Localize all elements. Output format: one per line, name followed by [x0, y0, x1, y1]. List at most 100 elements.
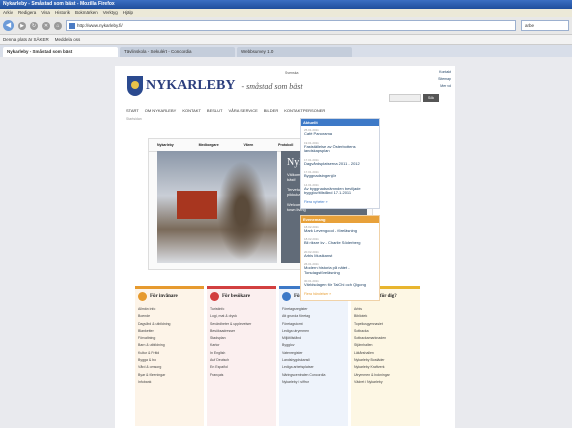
column-link[interactable]: Turistinfo [210, 307, 273, 311]
browser-tab[interactable]: Nykarleby - Småstad som bäst [3, 47, 118, 57]
menu-item[interactable]: Visa [41, 9, 50, 17]
reload-icon[interactable]: ↻ [30, 21, 38, 30]
news-item[interactable]: 14.01.2011 Av byggnadsnämnden beviljade b… [301, 181, 379, 198]
search-button[interactable]: Sök [423, 94, 439, 102]
nav-item[interactable]: Bilder [264, 108, 278, 113]
back-icon[interactable]: ◀ [3, 20, 14, 31]
column-link[interactable]: Företagsregister [282, 307, 345, 311]
nav-item[interactable]: Om Nykarleby [145, 108, 177, 113]
column-link[interactable]: Boende [138, 314, 201, 318]
column-link[interactable]: Sotbackamarknaden [354, 336, 417, 340]
column-link[interactable]: Vård & omsorg [138, 365, 201, 369]
column-link[interactable]: Lediga arbetsplatser [282, 365, 345, 369]
column-link[interactable]: Byar & föreningar [138, 373, 201, 377]
column-link[interactable]: Auf Deutsch [210, 358, 273, 362]
top-link[interactable]: Mer vd [438, 84, 451, 88]
column-link[interactable]: Barn & utbildning [138, 343, 201, 347]
hero-tab[interactable]: Nykarleby [157, 143, 174, 147]
more-news-link[interactable]: Flera nyheter » [301, 198, 379, 208]
column-link[interactable]: Vatenregister [282, 351, 345, 355]
column-residents: För invånare Allmän info Boende Dagvård … [135, 286, 204, 426]
site-logo[interactable]: NYKARLEBY - småstad som bäst [127, 76, 303, 96]
more-events-link[interactable]: Flera händelser » [301, 290, 379, 300]
language-select[interactable]: Svenska [285, 71, 298, 75]
hero-tab[interactable]: Protokoll [278, 143, 293, 147]
column-link[interactable]: Miljötillstånd [282, 336, 345, 340]
news-item[interactable]: 19.01.2011 Fastställelse av Österbottens … [301, 139, 379, 156]
menu-item[interactable]: Arkiv [3, 9, 13, 17]
hero-tab[interactable]: Våren [244, 143, 254, 147]
column-link[interactable]: Kartor [210, 343, 273, 347]
top-link[interactable]: Sitemap [438, 77, 451, 81]
column-link[interactable]: Logi, mat & dryck [210, 314, 273, 318]
nav-item[interactable]: Kontaktpersoner [284, 108, 325, 113]
top-link[interactable]: Kontakt [438, 70, 451, 74]
event-item[interactable]: 26.01.2011 Modern historia på nätet - Tor… [301, 260, 379, 277]
column-link[interactable]: Kultur & Fritid [138, 351, 201, 355]
column-link[interactable]: Näringscentralen Concordia [282, 373, 345, 377]
column-link[interactable]: Vädret i Nykarleby [354, 380, 417, 384]
news-item[interactable]: 17.01.2011 Dagvårdsplatserna 2011 - 2012 [301, 156, 379, 169]
column-link[interactable]: Utrymmen & bokningar [354, 373, 417, 377]
column-link[interactable]: En Español [210, 365, 273, 369]
browser-tab[interactable]: Webbsurvey 1.0 [237, 47, 352, 57]
home-icon[interactable]: ⌂ [54, 21, 62, 30]
menu-item[interactable]: Redigera [18, 9, 36, 17]
column-link[interactable]: Lediga utrymmen [282, 329, 345, 333]
column-link[interactable]: Arbis [354, 307, 417, 311]
menu-item[interactable]: Hjälp [123, 9, 133, 17]
column-link[interactable]: Topeliusgymnasiet [354, 322, 417, 326]
column-link[interactable]: Stadsplan [210, 336, 273, 340]
events-box: Evenemang 18.02.2011 Mark Levengood - för… [300, 214, 380, 301]
breadcrumb[interactable]: Startsidan [126, 117, 142, 121]
url-input[interactable]: http://www.nykarleby.fi/ [66, 20, 516, 31]
column-link[interactable]: Dagvård & utbildning [138, 322, 201, 326]
nav-item[interactable]: Våra service [228, 108, 257, 113]
column-link[interactable]: Besöksadresser [210, 329, 273, 333]
news-item[interactable]: 17.01.2011 Byggnadsingenjör [301, 168, 379, 181]
navigation-toolbar: ◀ ▶ ↻ ✕ ⌂ http://www.nykarleby.fi/ arbe [0, 17, 572, 35]
news-item[interactable]: 25.01.2011 Café Panorama [301, 126, 379, 139]
site-search-input[interactable] [389, 94, 421, 102]
column-link[interactable]: Stjärnhallen [354, 343, 417, 347]
event-item[interactable]: 20.02.2011 Arbis Musikanst [301, 248, 379, 261]
column-link[interactable]: Att grunda företag [282, 314, 345, 318]
bookmark-item[interactable]: Meddela oss [55, 35, 81, 44]
column-link[interactable]: Nykarleby Kraftverk [354, 365, 417, 369]
column-link[interactable]: Infobank [138, 380, 201, 384]
column-link[interactable]: Företagstomt [282, 322, 345, 326]
event-item[interactable]: 18.02.2011 Mark Levengood - föreläsning [301, 223, 379, 236]
nav-item[interactable]: Start [126, 108, 139, 113]
menu-item[interactable]: Historik [55, 9, 70, 17]
column-link[interactable]: Nykarleby i siffror [282, 380, 345, 384]
column-link[interactable]: Sevärdheter & upplevelser [210, 322, 273, 326]
browser-search-input[interactable]: arbe [521, 20, 569, 31]
menu-item[interactable]: Bokmärken [75, 9, 98, 17]
column-link[interactable]: Bygga & bo [138, 358, 201, 362]
column-link[interactable]: Sotbacka [354, 329, 417, 333]
browser-tab[interactable]: Tävlinskola - Sekulért - Concordia [120, 47, 235, 57]
column-link[interactable]: Blanketter [138, 329, 201, 333]
column-link[interactable]: Läkårshallen [354, 351, 417, 355]
event-item[interactable]: 18.02.2011 Bli riksre kv - Charlie Söderb… [301, 235, 379, 248]
crest-icon [127, 76, 143, 96]
menu-item[interactable]: Verktyg [103, 9, 118, 17]
main-nav: Start Om Nykarleby Kontakt Beslut Våra s… [126, 108, 406, 113]
forward-icon[interactable]: ▶ [18, 21, 26, 30]
column-link[interactable]: Förvaltning [138, 336, 201, 340]
column-link[interactable]: Allmän info [138, 307, 201, 311]
column-title[interactable]: För invånare [150, 294, 178, 299]
hero-tab[interactable]: Medborgare [199, 143, 219, 147]
column-link[interactable]: Bibliotek [354, 314, 417, 318]
event-item[interactable]: 30.01.2011 Världsdagen för TaiChi och Qig… [301, 277, 379, 290]
bookmark-item[interactable]: Denna plats är SÄKER [3, 35, 49, 44]
column-link[interactable]: In English [210, 351, 273, 355]
column-title[interactable]: För besökare [222, 294, 250, 299]
nav-item[interactable]: Beslut [207, 108, 223, 113]
nav-item[interactable]: Kontakt [182, 108, 201, 113]
column-link[interactable]: Landsbygdskansli [282, 358, 345, 362]
stop-icon[interactable]: ✕ [42, 21, 50, 30]
column-link[interactable]: Français [210, 373, 273, 377]
column-link[interactable]: Bygglov [282, 343, 345, 347]
column-link[interactable]: Nykarleby Bostäder [354, 358, 417, 362]
